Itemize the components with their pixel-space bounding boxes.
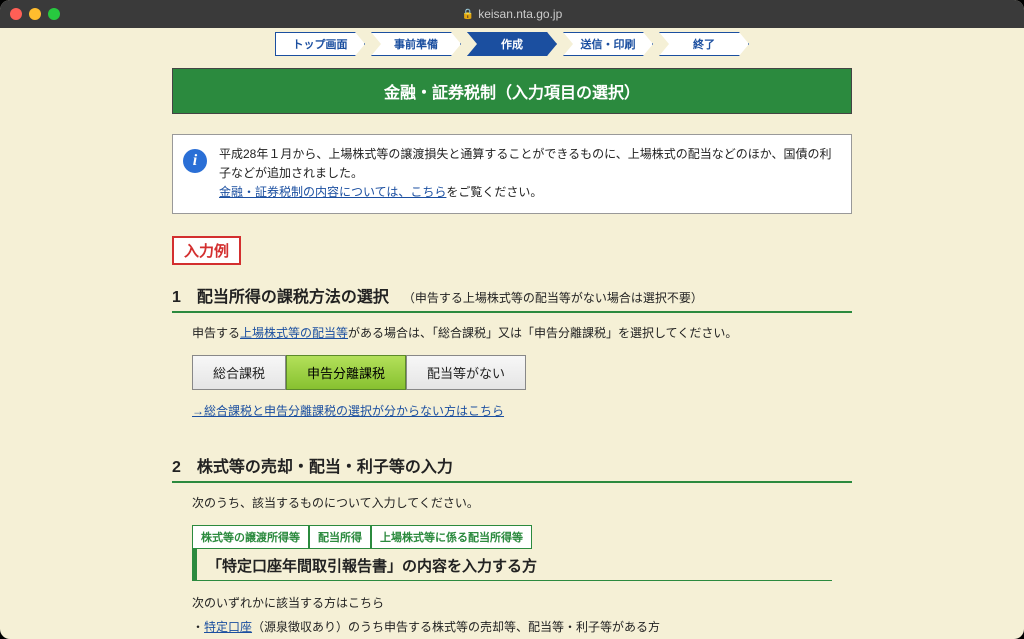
- nav-tab-send[interactable]: 送信・印刷: [563, 32, 653, 56]
- list-item: 特定口座（源泉徴収あり）のうち申告する株式等の売却等、配当等・利子等がある方: [192, 615, 832, 639]
- address-bar[interactable]: 🔒 keisan.nta.go.jp: [462, 7, 563, 21]
- section2-num: 2: [172, 459, 181, 477]
- section1-body: 申告する上場株式等の配当等がある場合は、「総合課税」又は「申告分離課税」を選択し…: [192, 323, 832, 343]
- nav-tab-prep[interactable]: 事前準備: [371, 32, 461, 56]
- section1-title-text: 配当所得の課税方法の選択: [197, 283, 389, 307]
- section2-title-text: 株式等の売却・配当・利子等の入力: [197, 453, 453, 477]
- tokutei-link-1[interactable]: 特定口座: [204, 620, 252, 634]
- info-text: 平成28年１月から、上場株式等の譲渡損失と通算することができるものに、上場株式の…: [219, 147, 832, 180]
- tax-help-link[interactable]: →総合課税と申告分離課税の選択が分からない方はこちら: [192, 404, 504, 418]
- nav-tab-top[interactable]: トップ画面: [275, 32, 365, 56]
- choice-sogo[interactable]: 総合課税: [192, 355, 286, 390]
- close-window-button[interactable]: [10, 8, 22, 20]
- cat-tab-dividend[interactable]: 配当所得: [309, 525, 371, 549]
- section1-num: 1: [172, 289, 181, 307]
- page-content: トップ画面 事前準備 作成 送信・印刷 終了 金融・証券税制（入力項目の選択） …: [172, 28, 852, 639]
- info-icon: i: [183, 149, 207, 173]
- section1-help: →総合課税と申告分離課税の選択が分からない方はこちら: [192, 402, 832, 419]
- choice-bunri[interactable]: 申告分離課税: [286, 355, 406, 390]
- info-text-tail: をご覧ください。: [446, 185, 542, 199]
- tax-method-choices: 総合課税 申告分離課税 配当等がない: [192, 355, 832, 390]
- info-box: i 平成28年１月から、上場株式等の譲渡損失と通算することができるものに、上場株…: [172, 134, 852, 214]
- info-link[interactable]: 金融・証券税制の内容については、こちら: [219, 185, 446, 199]
- section1-note: （申告する上場株式等の配当等がない場合は選択不要）: [403, 289, 703, 306]
- section1-title: 1 配当所得の課税方法の選択 （申告する上場株式等の配当等がない場合は選択不要）: [172, 279, 852, 313]
- list-intro: 次のいずれかに該当する方はこちら: [192, 591, 832, 615]
- step-nav: トップ画面 事前準備 作成 送信・印刷 終了: [172, 28, 852, 64]
- titlebar: 🔒 keisan.nta.go.jp: [0, 0, 1024, 28]
- list-area: 次のいずれかに該当する方はこちら 特定口座（源泉徴収あり）のうち申告する株式等の…: [192, 591, 832, 639]
- minimize-window-button[interactable]: [29, 8, 41, 20]
- section2-intro: 次のうち、該当するものについて入力してください。: [192, 493, 832, 513]
- url-text: keisan.nta.go.jp: [478, 7, 562, 21]
- nav-tab-create[interactable]: 作成: [467, 32, 557, 56]
- cat-tab-transfer[interactable]: 株式等の譲渡所得等: [192, 525, 309, 549]
- section2-title: 2 株式等の売却・配当・利子等の入力: [172, 449, 852, 483]
- dividend-link[interactable]: 上場株式等の配当等: [240, 326, 348, 340]
- nav-tab-end[interactable]: 終了: [659, 32, 749, 56]
- input-example-badge: 入力例: [172, 236, 241, 265]
- traffic-lights: [10, 8, 60, 20]
- maximize-window-button[interactable]: [48, 8, 60, 20]
- category-tabs: 株式等の譲渡所得等 配当所得 上場株式等に係る配当所得等: [192, 525, 852, 549]
- lock-icon: 🔒: [462, 9, 474, 20]
- cat-tab-listed[interactable]: 上場株式等に係る配当所得等: [371, 525, 532, 549]
- browser-window: 🔒 keisan.nta.go.jp トップ画面 事前準備 作成 送信・印刷 終…: [0, 0, 1024, 639]
- page-title: 金融・証券税制（入力項目の選択）: [172, 68, 852, 114]
- choice-none[interactable]: 配当等がない: [406, 355, 526, 390]
- subsection-title: 「特定口座年間取引報告書」の内容を入力する方: [192, 549, 832, 581]
